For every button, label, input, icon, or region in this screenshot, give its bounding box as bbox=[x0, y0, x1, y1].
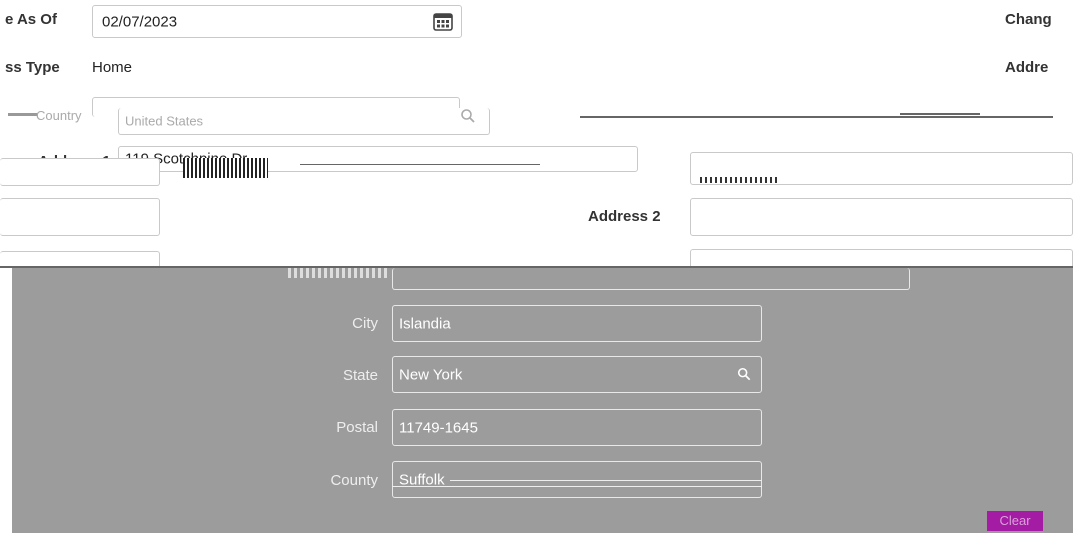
effective-date-value: 02/07/2023 bbox=[102, 13, 178, 30]
state-value: New York bbox=[399, 366, 463, 383]
country-field-lower[interactable]: United States bbox=[118, 108, 490, 135]
render-artifact bbox=[580, 116, 1053, 118]
clear-button[interactable]: Clear bbox=[987, 511, 1043, 531]
country-label: Country bbox=[36, 108, 82, 123]
left-empty-field[interactable] bbox=[0, 198, 160, 236]
state-field[interactable]: New York bbox=[392, 356, 762, 393]
render-artifact bbox=[700, 177, 780, 183]
address1-field-ghost bbox=[0, 158, 160, 186]
render-artifact bbox=[183, 158, 268, 178]
address-type-label: ss Type bbox=[5, 59, 60, 76]
render-artifact bbox=[450, 480, 762, 481]
render-artifact bbox=[8, 113, 38, 116]
change-label: Chang bbox=[1005, 11, 1052, 28]
city-label: City bbox=[352, 315, 378, 332]
search-icon[interactable] bbox=[737, 367, 751, 381]
calendar-icon[interactable] bbox=[433, 12, 453, 31]
postal-label: Postal bbox=[336, 419, 378, 436]
render-artifact bbox=[900, 113, 980, 115]
address2-label: Address 2 bbox=[588, 208, 661, 225]
address-right-label: Addre bbox=[1005, 59, 1049, 76]
postal-field[interactable]: 11749-1645 bbox=[392, 409, 762, 446]
state-label: State bbox=[342, 367, 378, 384]
city-value: Islandia bbox=[399, 315, 451, 332]
render-artifact bbox=[288, 268, 388, 278]
address2-field[interactable] bbox=[690, 198, 1073, 236]
city-field[interactable]: Islandia bbox=[392, 305, 762, 342]
postal-value: 11749-1645 bbox=[399, 419, 478, 436]
address-type-value: Home bbox=[92, 59, 133, 76]
effective-date-field[interactable]: 02/07/2023 bbox=[92, 5, 462, 38]
country-value: United States bbox=[125, 113, 204, 129]
search-icon[interactable] bbox=[460, 108, 476, 124]
effective-date-label: e As Of bbox=[5, 11, 57, 28]
county-label: County bbox=[330, 472, 378, 489]
render-artifact bbox=[392, 486, 762, 487]
render-artifact bbox=[300, 164, 540, 165]
dialog-top-field[interactable] bbox=[392, 268, 910, 290]
